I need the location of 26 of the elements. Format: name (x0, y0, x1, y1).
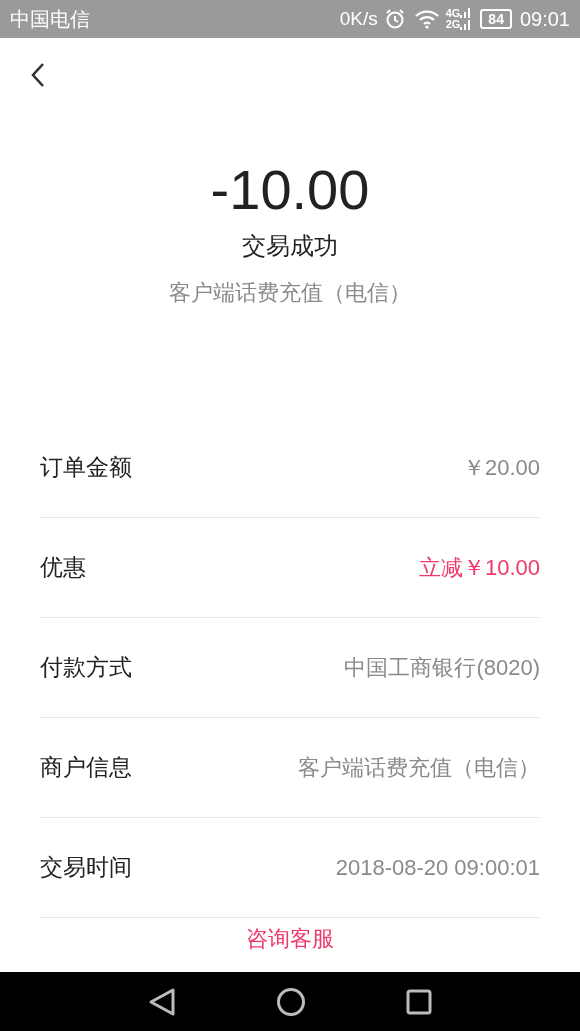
detail-label: 优惠 (40, 553, 86, 583)
signal-icon (460, 7, 473, 31)
wifi-icon (413, 9, 440, 29)
recent-apps-icon[interactable] (406, 988, 432, 1015)
battery-indicator: 84 (480, 9, 512, 29)
carrier-name: 中国电信 (10, 7, 90, 32)
back-icon[interactable] (148, 986, 176, 1017)
transaction-description: 客户端话费充值（电信） (169, 279, 411, 307)
detail-value: 立减￥10.00 (418, 554, 540, 582)
home-icon[interactable] (276, 986, 306, 1017)
transaction-amount: -10.00 (210, 158, 370, 222)
detail-label: 付款方式 (40, 653, 132, 683)
detail-label: 商户信息 (40, 753, 132, 783)
detail-label: 订单金额 (40, 453, 132, 483)
clock: 09:01 (519, 7, 570, 32)
network-type: 2G (445, 19, 461, 30)
detail-label: 交易时间 (40, 853, 132, 883)
chevron-left-icon (31, 62, 45, 88)
network-type: 4G (445, 8, 461, 19)
detail-value: 2018-08-20 09:00:01 (335, 854, 540, 882)
transaction-status: 交易成功 (242, 231, 338, 261)
detail-value: 中国工商银行(8020) (344, 654, 540, 682)
network-speed: 0K/s (339, 6, 378, 31)
customer-service-link[interactable]: 咨询客服 (246, 922, 334, 955)
detail-value: 客户端话费充值（电信） (298, 754, 540, 782)
detail-value: ￥20.00 (462, 454, 540, 482)
